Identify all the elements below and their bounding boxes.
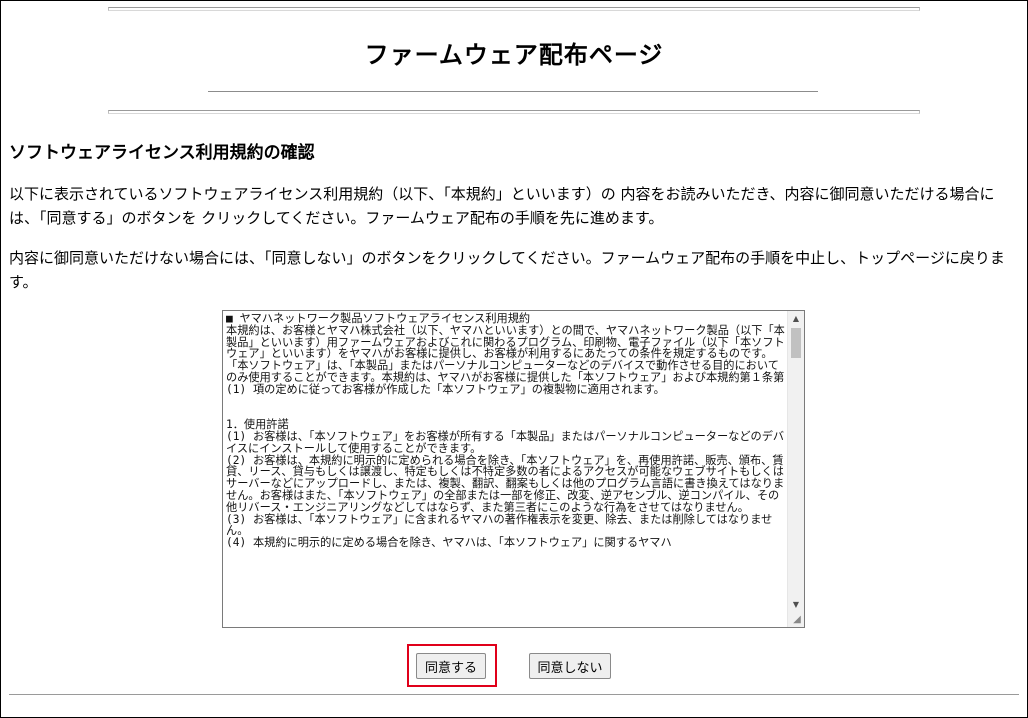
title-bottom-rule: [108, 110, 920, 114]
page-title: ファームウェア配布ページ: [364, 41, 664, 69]
triangle-up-icon[interactable]: ▲: [788, 311, 804, 327]
instruction-paragraph-agree: 以下に表示されているソフトウェアライセンス利用規約（以下、「本規約」といいます）…: [9, 185, 995, 227]
title-underline: [208, 91, 818, 92]
license-scrollbar[interactable]: ▲ ▼: [787, 311, 804, 627]
title-banner: ファームウェア配布ページ: [108, 7, 920, 117]
instruction-paragraph-disagree: 内容に御同意いただけない場合には、「同意しない」のボタンをクリックしてください。…: [9, 249, 1005, 291]
resize-grip-icon[interactable]: ◢: [791, 614, 803, 626]
disagree-button[interactable]: 同意しない: [529, 653, 611, 679]
triangle-down-icon[interactable]: ▼: [788, 597, 804, 613]
license-textarea[interactable]: ■ ヤマハネットワーク製品ソフトウェアライセンス利用規約 本規約は、お客様とヤマ…: [222, 310, 805, 628]
scrollbar-thumb[interactable]: [791, 328, 801, 358]
section-heading: ソフトウェアライセンス利用規約の確認: [9, 143, 315, 163]
page-frame: ファームウェア配布ページ ソフトウェアライセンス利用規約の確認 以下に表示されて…: [0, 0, 1028, 718]
agree-button[interactable]: 同意する: [416, 653, 486, 679]
top-rule: [108, 7, 920, 11]
bottom-rule: [9, 694, 1019, 695]
license-text: ■ ヤマハネットワーク製品ソフトウェアライセンス利用規約 本規約は、お客様とヤマ…: [226, 312, 785, 550]
